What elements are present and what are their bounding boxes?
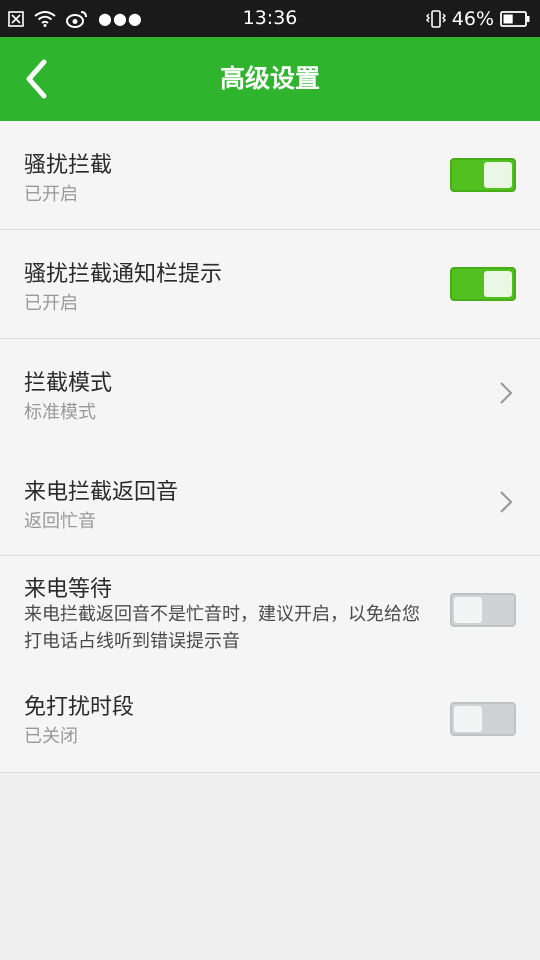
setting-block-mode[interactable]: 拦截模式 标准模式 [0, 339, 540, 448]
page-title: 高级设置 [219, 64, 320, 93]
setting-return-tone[interactable]: 来电拦截返回音 返回忙音 [0, 448, 540, 556]
setting-status: 已开启 [24, 293, 78, 314]
toggle-knob [454, 706, 482, 732]
setting-status: 已开启 [24, 184, 78, 205]
setting-title: 骚扰拦截 [24, 153, 113, 178]
toggle-knob [484, 162, 512, 188]
vibrate-icon [425, 9, 446, 28]
setting-title: 来电等待 [24, 577, 113, 602]
battery-percent: 46% [451, 7, 494, 30]
toggle-knob [484, 271, 512, 297]
setting-harassment-block[interactable]: 骚扰拦截 已开启 [0, 121, 540, 230]
setting-title: 骚扰拦截通知栏提示 [24, 262, 223, 287]
setting-title: 来电拦截返回音 [24, 480, 179, 505]
setting-title: 拦截模式 [24, 371, 113, 396]
back-button[interactable] [14, 54, 64, 104]
battery-icon [500, 10, 530, 27]
setting-description: 来电拦截返回音不是忙音时，建议开启，以免给您打电话占线听到错误提示音 [24, 604, 420, 652]
chevron-right-icon [500, 382, 513, 404]
setting-title: 免打扰时段 [24, 695, 135, 720]
setting-value: 标准模式 [24, 402, 96, 423]
chevron-right-icon [500, 491, 513, 513]
notification-bar-tip-toggle[interactable] [450, 267, 516, 301]
call-waiting-toggle[interactable] [450, 593, 516, 627]
toggle-knob [454, 597, 482, 623]
status-bar: ●●● 13:36 46% [0, 0, 540, 37]
settings-list: 骚扰拦截 已开启 骚扰拦截通知栏提示 已开启 拦截模式 标准模式 来电拦截返回音… [0, 121, 540, 773]
back-chevron-icon [26, 59, 47, 99]
harassment-block-toggle[interactable] [450, 158, 516, 192]
setting-call-waiting[interactable]: 来电等待 来电拦截返回音不是忙音时，建议开启，以免给您打电话占线听到错误提示音 [0, 556, 540, 666]
setting-notification-bar-tip[interactable]: 骚扰拦截通知栏提示 已开启 [0, 230, 540, 339]
setting-do-not-disturb[interactable]: 免打扰时段 已关闭 [0, 666, 540, 772]
setting-status: 已关闭 [24, 726, 78, 747]
setting-value: 返回忙音 [24, 511, 96, 532]
do-not-disturb-toggle[interactable] [450, 702, 516, 736]
app-header: 高级设置 [0, 37, 540, 121]
status-right: 46% [425, 0, 530, 37]
